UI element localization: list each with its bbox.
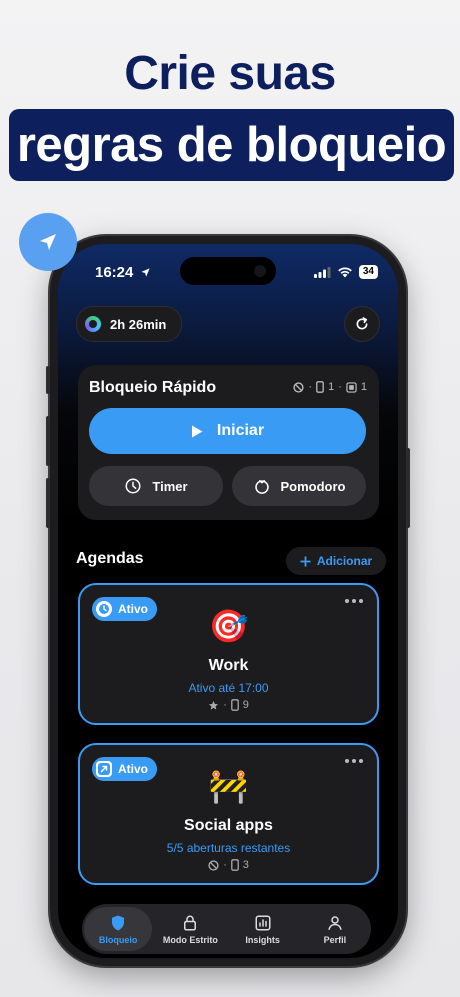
shield-icon [112, 915, 125, 930]
location-arrow-icon [40, 234, 56, 250]
tab-bloqueio[interactable]: Bloqueio [84, 907, 153, 951]
battery-indicator: 34 [358, 265, 378, 279]
signal-icon [313, 266, 331, 278]
start-label: Iniciar [216, 422, 265, 439]
quick-block-card: Bloqueio Rápido · 1 · 1 Iniciar Timer Po… [78, 365, 379, 520]
block-icon [293, 381, 304, 393]
schedule-name: Work [208, 657, 249, 674]
schedule-card-work[interactable]: Ativo 🎯 Work Ativo até 17:00 · 9 [78, 583, 379, 725]
schedule-status: 5/5 aberturas restantes [166, 841, 291, 855]
wifi-icon [338, 267, 352, 278]
tab-modo-estrito[interactable]: Modo Estrito [156, 914, 224, 945]
block-icon [208, 859, 219, 871]
target-icon: 🎯 [208, 608, 249, 644]
status-time: 16:24 [95, 264, 151, 281]
phone-icon [230, 699, 239, 711]
pomodoro-label: Pomodoro [280, 478, 346, 494]
refresh-button[interactable] [344, 306, 380, 342]
more-options-button[interactable] [345, 599, 363, 603]
dynamic-island [180, 257, 276, 285]
schedules-title: Agendas [76, 550, 144, 567]
tab-insights[interactable]: Insights [229, 914, 297, 945]
schedule-meta: · 3 [80, 859, 377, 871]
progress-ring-icon [85, 316, 101, 332]
person-icon [328, 915, 342, 930]
add-schedule-button[interactable]: Adicionar [286, 547, 386, 575]
chart-icon [255, 915, 271, 930]
plus-icon [300, 555, 311, 567]
schedule-name: Social apps [184, 817, 273, 834]
volume-up-button [46, 416, 50, 466]
start-button[interactable]: Iniciar [89, 408, 366, 454]
more-options-button[interactable] [345, 759, 363, 763]
volume-down-button [46, 478, 50, 528]
category-icon [346, 381, 357, 393]
timer-button[interactable]: Timer [89, 466, 223, 506]
star-icon [209, 700, 219, 710]
barrier-icon: 🚧 [208, 768, 249, 804]
phone-icon [316, 381, 324, 393]
add-schedule-label: Adicionar [316, 554, 373, 568]
location-icon [140, 268, 150, 277]
refresh-icon [356, 317, 368, 330]
focus-time-label: 2h 26min [110, 316, 167, 332]
tab-bar: Bloqueio Modo Estrito Insights Perfil [82, 904, 371, 954]
status-indicators: 34 [313, 265, 378, 279]
schedule-meta: · 9 [80, 699, 377, 711]
timer-icon [125, 478, 141, 494]
play-icon [191, 425, 203, 437]
pomodoro-button[interactable]: Pomodoro [232, 466, 366, 506]
promo-highlight-box: regras de bloqueio [9, 109, 454, 181]
tomato-icon [254, 480, 269, 494]
power-button [406, 448, 410, 528]
quick-block-meta: · 1 · 1 [293, 381, 367, 393]
schedule-status: Ativo até 17:00 [188, 681, 269, 695]
promo-headline: Crie suas [124, 47, 336, 100]
focus-time-pill[interactable]: 2h 26min [76, 306, 182, 342]
phone-frame: 16:24 34 2h 26min Bloqueio Rápido · 1 · … [46, 236, 410, 966]
timer-label: Timer [152, 478, 188, 494]
quick-block-title: Bloqueio Rápido [89, 379, 217, 396]
action-button [46, 366, 50, 394]
promo-subheadline: regras de bloqueio [16, 118, 447, 172]
app-screen: 16:24 34 2h 26min Bloqueio Rápido · 1 · … [58, 244, 398, 958]
tab-perfil[interactable]: Perfil [301, 914, 369, 945]
schedule-card-social-apps[interactable]: Ativo 🚧 Social apps 5/5 aberturas restan… [78, 743, 379, 885]
lock-icon [184, 915, 197, 930]
phone-icon [230, 859, 239, 871]
location-arrow-badge [19, 213, 77, 271]
